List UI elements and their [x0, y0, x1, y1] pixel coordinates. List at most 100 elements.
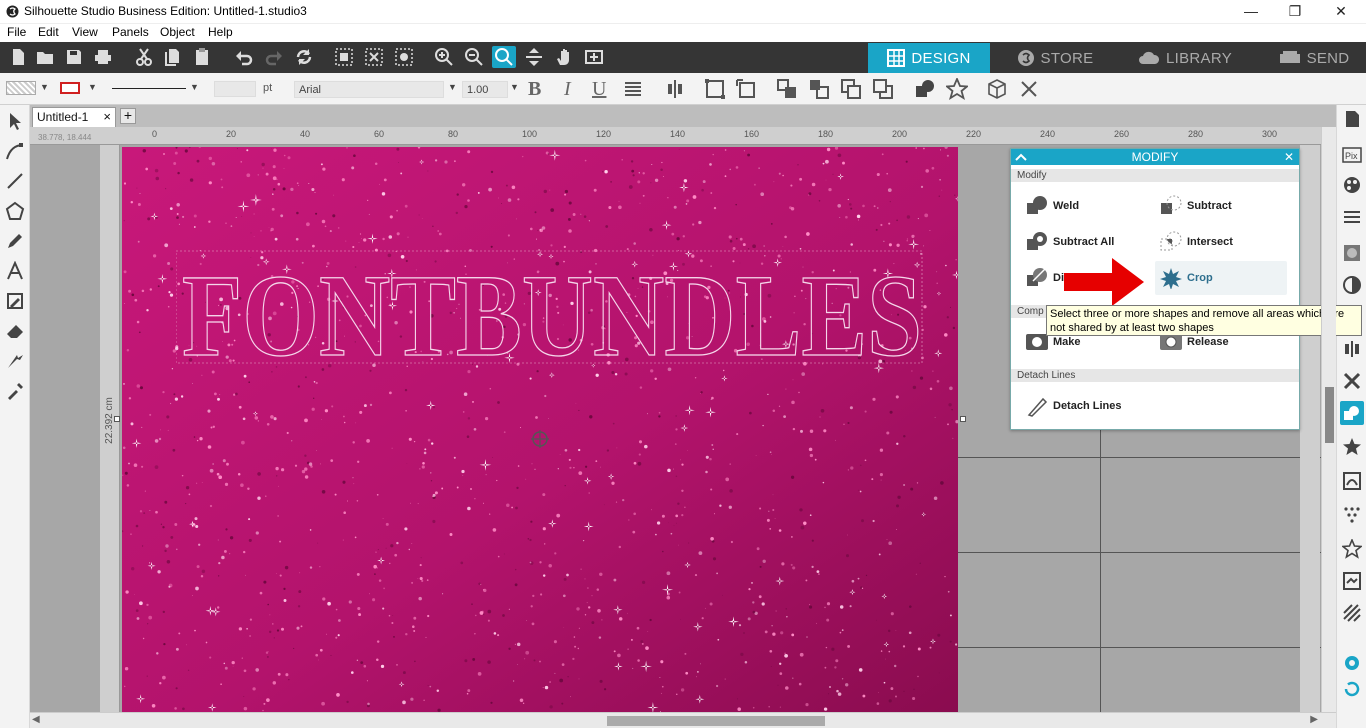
- zoom-fit-icon[interactable]: [582, 46, 606, 68]
- intersect-button[interactable]: Intersect: [1159, 227, 1233, 257]
- fill-dropdown-icon[interactable]: ▼: [40, 82, 49, 92]
- rhinestone-icon[interactable]: [1340, 503, 1364, 527]
- add-tab-button[interactable]: +: [120, 108, 136, 124]
- copy-icon[interactable]: [161, 46, 185, 68]
- bring-forward-icon[interactable]: [838, 77, 864, 101]
- select-arrow-icon[interactable]: [3, 109, 27, 133]
- redraw-icon[interactable]: [292, 46, 316, 68]
- close-tab-icon[interactable]: ×: [103, 109, 111, 124]
- line-style-preview[interactable]: [112, 88, 186, 89]
- sketch-icon[interactable]: [1340, 569, 1364, 593]
- crop-button[interactable]: Crop: [1159, 263, 1213, 293]
- subtract-button[interactable]: Subtract: [1159, 191, 1232, 221]
- modify-panel-icon[interactable]: [1340, 401, 1364, 425]
- library-star-icon[interactable]: [1340, 537, 1364, 561]
- underline-button[interactable]: U: [592, 78, 606, 101]
- line-style-panel-icon[interactable]: [1340, 205, 1364, 229]
- fill-palette-icon[interactable]: [1340, 173, 1364, 197]
- cut-icon[interactable]: [132, 46, 156, 68]
- vertical-scroll-thumb[interactable]: [1325, 387, 1334, 443]
- fit-to-page-icon[interactable]: [522, 46, 546, 68]
- weld-button[interactable]: Weld: [1025, 191, 1079, 221]
- group-icon[interactable]: [702, 77, 728, 101]
- send-to-back-icon[interactable]: [806, 77, 832, 101]
- align-panel-icon[interactable]: [1340, 337, 1364, 361]
- menu-object[interactable]: Object: [160, 25, 195, 39]
- knife-tool-icon[interactable]: [3, 349, 27, 373]
- text-tool-icon[interactable]: [3, 259, 27, 283]
- align-center-icon[interactable]: [662, 77, 688, 101]
- save-icon[interactable]: [62, 46, 86, 68]
- hatch-fill-icon[interactable]: [1340, 601, 1364, 625]
- tab-library[interactable]: LIBRARY: [1130, 43, 1240, 73]
- deselect-icon[interactable]: [362, 46, 386, 68]
- design-workspace[interactable]: 38.778, 18.444 0 20 40 60 80 100 120 140 160 180 2…: [30, 127, 1321, 712]
- line-color-swatch[interactable]: [60, 82, 80, 94]
- zoom-in-icon[interactable]: [432, 46, 456, 68]
- resize-handle-left[interactable]: [114, 416, 120, 422]
- fontbundles-outline-text[interactable]: FONTBUNDLES: [176, 247, 936, 387]
- collapse-chevron-icon[interactable]: [1015, 152, 1027, 162]
- fill-color-swatch[interactable]: [6, 81, 36, 95]
- tab-untitled-1[interactable]: Untitled-1 ×: [32, 107, 116, 127]
- align-justify-icon[interactable]: [620, 77, 646, 101]
- tab-store[interactable]: STORE: [995, 43, 1115, 73]
- pan-hand-icon[interactable]: [552, 46, 576, 68]
- glitter-canvas-image[interactable]: FONTBUNDLES: [122, 147, 958, 712]
- select-by-color-icon[interactable]: [392, 46, 416, 68]
- open-folder-icon[interactable]: [33, 46, 57, 68]
- paste-icon[interactable]: [190, 46, 214, 68]
- zoom-out-icon[interactable]: [462, 46, 486, 68]
- ungroup-icon[interactable]: [733, 77, 759, 101]
- tab-send[interactable]: SEND: [1262, 43, 1366, 73]
- new-document-icon[interactable]: [6, 46, 30, 68]
- point-edit-icon[interactable]: [3, 139, 27, 163]
- font-size-field[interactable]: 1.00: [462, 81, 508, 98]
- trace-icon[interactable]: [1340, 469, 1364, 493]
- zoom-select-icon[interactable]: [492, 46, 516, 68]
- vertical-scrollbar[interactable]: [1321, 127, 1336, 712]
- replicate-icon[interactable]: [1340, 369, 1364, 393]
- undo-icon[interactable]: [232, 46, 256, 68]
- italic-button[interactable]: I: [564, 78, 571, 101]
- restore-button[interactable]: ❐: [1272, 0, 1318, 24]
- star-shapes-icon[interactable]: [944, 77, 970, 101]
- line-tool-icon[interactable]: [3, 169, 27, 193]
- refresh-icon[interactable]: [1340, 677, 1364, 701]
- eyedropper-tool-icon[interactable]: [3, 379, 27, 403]
- menu-panels[interactable]: Panels: [112, 25, 149, 39]
- scroll-left-icon[interactable]: ◀: [32, 714, 40, 725]
- minimize-button[interactable]: —: [1228, 0, 1274, 24]
- close-x-icon[interactable]: [1016, 77, 1042, 101]
- redo-icon[interactable]: [262, 46, 286, 68]
- 3d-box-icon[interactable]: [984, 77, 1010, 101]
- page-setup-icon[interactable]: [1340, 107, 1364, 131]
- settings-gear-icon[interactable]: [1340, 651, 1364, 675]
- contrast-icon[interactable]: [1340, 273, 1364, 297]
- horizontal-scrollbar[interactable]: ◀ ▶: [30, 712, 1336, 728]
- modify-weld-icon[interactable]: [912, 77, 938, 101]
- bring-to-front-icon[interactable]: [774, 77, 800, 101]
- font-dropdown-icon[interactable]: ▼: [448, 82, 457, 92]
- font-size-dropdown-icon[interactable]: ▼: [510, 82, 519, 92]
- horizontal-scroll-thumb[interactable]: [607, 716, 825, 726]
- close-window-button[interactable]: ✕: [1318, 0, 1364, 24]
- menu-view[interactable]: View: [72, 25, 98, 39]
- menu-help[interactable]: Help: [208, 25, 233, 39]
- detach-lines-button[interactable]: Detach Lines: [1025, 391, 1121, 421]
- line-width-input[interactable]: [214, 81, 256, 97]
- eraser-tool-icon[interactable]: [3, 319, 27, 343]
- image-effects-icon[interactable]: [1340, 241, 1364, 265]
- font-name-field[interactable]: Arial: [294, 81, 444, 98]
- offset-star-icon[interactable]: [1340, 435, 1364, 459]
- modify-panel-close-icon[interactable]: ✕: [1284, 149, 1294, 165]
- pencil-tool-icon[interactable]: [3, 229, 27, 253]
- menu-edit[interactable]: Edit: [38, 25, 59, 39]
- print-icon[interactable]: [91, 46, 115, 68]
- bold-button[interactable]: B: [528, 78, 541, 101]
- paint-tool-icon[interactable]: [3, 289, 27, 313]
- line-style-dropdown-icon[interactable]: ▼: [190, 82, 199, 92]
- tab-design[interactable]: DESIGN: [868, 43, 990, 73]
- select-all-icon[interactable]: [332, 46, 356, 68]
- line-color-dropdown-icon[interactable]: ▼: [88, 82, 97, 92]
